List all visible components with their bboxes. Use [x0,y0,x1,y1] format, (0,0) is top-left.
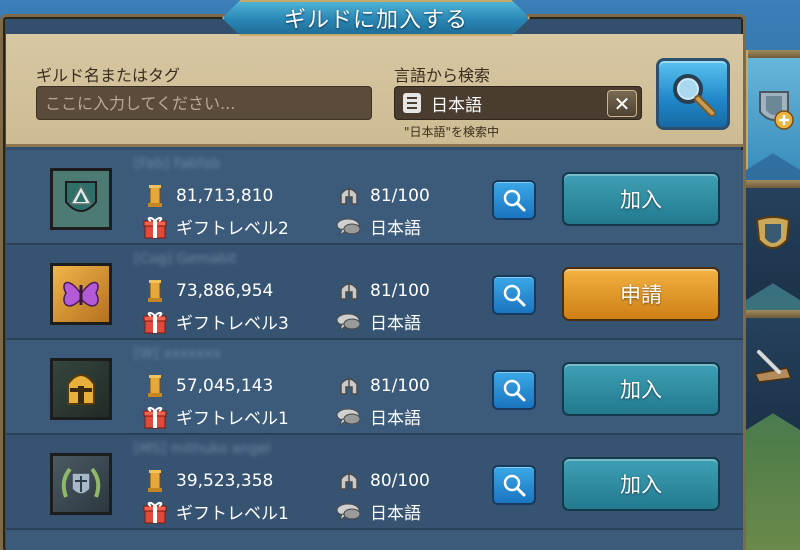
shield-emblem-icon [50,168,112,230]
guild-members: 81/100 [336,374,430,398]
guild-language: 日本語 [336,309,421,334]
gift-box-icon [142,500,168,524]
search-button[interactable] [656,58,730,130]
join-button[interactable]: 加入 [562,172,720,226]
power-tower-icon [142,374,168,398]
guild-gift-level: ギフトレベル2 [142,214,289,239]
guild-shield-icon [755,216,791,249]
guild-power: 57,045,143 [142,374,273,398]
guild-power: 73,886,954 [142,279,273,303]
language-search-label: 言語から検索 [394,66,491,85]
quill-scroll-icon [753,350,793,383]
list-icon [403,93,421,113]
guild-tab[interactable] [746,180,800,300]
gift-box-icon [142,310,168,334]
view-guild-button[interactable] [492,275,536,315]
header-tab: ギルドに加入する [222,0,530,36]
gift-box-icon [142,405,168,429]
guild-row: [Cog] Gemabit 73,886,954 ギフトレベル3 81/100 … [6,245,743,340]
clear-language-button[interactable]: ✕ [607,90,637,117]
guild-row-partial [6,530,743,550]
apply-button[interactable]: 申請 [562,267,720,321]
view-guild-button[interactable] [492,370,536,410]
magnifier-icon [503,474,526,497]
join-button[interactable]: 加入 [562,457,720,511]
guild-language: 日本語 [336,214,421,239]
join-button[interactable]: 加入 [562,362,720,416]
helmet-icon [336,374,362,398]
guild-power: 81,713,810 [142,184,273,208]
guild-name: [Cog] Gemabit [134,251,237,267]
guild-members: 81/100 [336,279,430,303]
power-tower-icon [142,184,168,208]
page-title: ギルドに加入する [283,8,468,33]
power-tower-icon [142,279,168,303]
helmet-emblem-icon [50,358,112,420]
power-tower-icon [142,469,168,493]
chat-bubble-icon [336,310,362,334]
guild-name: [MS] mithuko angel [134,441,271,457]
guild-row: [Fab] Fabfab 81,713,810 ギフトレベル2 81/100 日… [6,150,743,245]
guild-row: [W] xxxxxxx 57,045,143 ギフトレベル1 81/100 日本… [6,340,743,435]
searching-note: "日本語"を検索中 [404,125,500,139]
helmet-icon [336,184,362,208]
chat-bubble-icon [336,405,362,429]
join-guild-tab[interactable] [746,50,800,170]
magnifier-icon [503,284,526,307]
magnifier-icon [503,379,526,402]
guild-panel: ギルド名またはタグ 言語から検索 日本語 ✕ "日本語"を検索中 [Fab] F… [0,14,746,550]
guild-name: [Fab] Fabfab [134,156,221,172]
guild-gift-level: ギフトレベル1 [142,404,289,429]
magnifier-icon [503,189,526,212]
gift-box-icon [142,215,168,239]
magnifier-icon [673,74,716,117]
search-area: ギルド名またはタグ 言語から検索 日本語 ✕ "日本語"を検索中 [6,34,743,147]
language-value: 日本語 [431,95,482,116]
chat-bubble-icon [336,215,362,239]
view-guild-button[interactable] [492,465,536,505]
guild-members: 80/100 [336,469,430,493]
guild-language: 日本語 [336,499,421,524]
guild-gift-level: ギフトレベル3 [142,309,289,334]
guild-gift-level: ギフトレベル1 [142,499,289,524]
guild-row: [MS] mithuko angel 39,523,358 ギフトレベル1 80… [6,435,743,530]
guild-name-input-wrapper[interactable] [36,86,372,120]
chat-bubble-icon [336,500,362,524]
laurel-emblem-icon [50,453,112,515]
guild-language: 日本語 [336,404,421,429]
language-select[interactable]: 日本語 ✕ [394,86,642,120]
guild-members: 81/100 [336,184,430,208]
guild-misc-tab[interactable] [746,310,800,430]
helmet-icon [336,279,362,303]
guild-list: [Fab] Fabfab 81,713,810 ギフトレベル2 81/100 日… [6,150,743,550]
guild-join-icon [759,91,794,130]
helmet-icon [336,469,362,493]
guild-power: 39,523,358 [142,469,273,493]
butterfly-emblem-icon [50,263,112,325]
guild-name-input[interactable] [45,93,371,113]
guild-name-label: ギルド名またはタグ [36,66,181,85]
view-guild-button[interactable] [492,180,536,220]
guild-name: [W] xxxxxxx [134,346,222,362]
